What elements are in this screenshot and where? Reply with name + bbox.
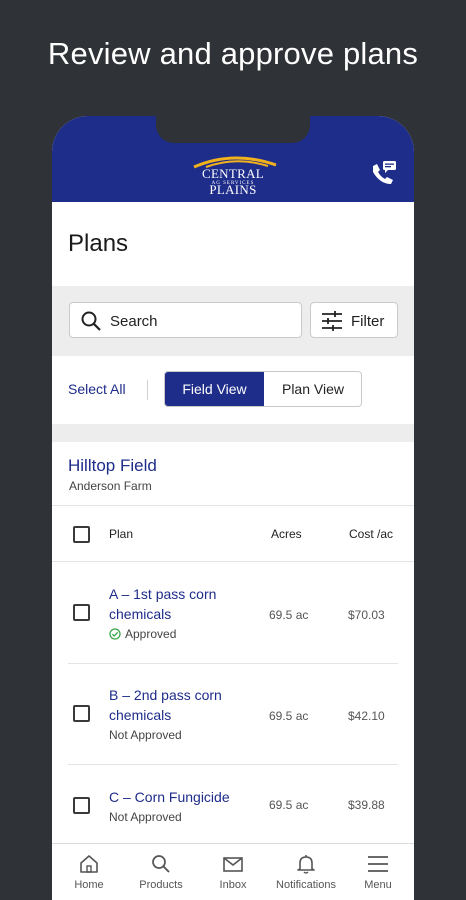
tab-field-view[interactable]: Field View bbox=[165, 372, 264, 406]
home-icon bbox=[80, 855, 98, 873]
search-icon bbox=[81, 311, 101, 331]
status-text: Approved bbox=[125, 627, 177, 641]
mail-icon bbox=[223, 857, 243, 872]
brand-logo: CENTRAL PLAINS AG SERVICES bbox=[180, 152, 286, 197]
menu-icon bbox=[368, 856, 388, 872]
acres-value: 69.5 ac bbox=[269, 798, 309, 812]
acres-value: 69.5 ac bbox=[269, 709, 309, 723]
tab-plan-view[interactable]: Plan View bbox=[264, 372, 361, 406]
cost-value: $39.88 bbox=[348, 798, 385, 812]
page-title-row: Plans bbox=[52, 202, 414, 286]
nav-label: Inbox bbox=[219, 879, 247, 891]
plan-name-line2[interactable]: chemicals bbox=[109, 604, 259, 624]
select-all-link[interactable]: Select All bbox=[68, 381, 126, 397]
nav-label: Home bbox=[74, 879, 104, 891]
nav-products[interactable]: Products bbox=[125, 844, 197, 900]
bottom-nav: Home Products Inbox Notifications Menu bbox=[52, 843, 414, 900]
phone-chat-icon[interactable] bbox=[370, 160, 398, 186]
view-toggle: Field View Plan View bbox=[164, 371, 362, 407]
table-header: Plan Acres Cost /ac bbox=[52, 506, 414, 562]
plan-status: Not Approved bbox=[109, 810, 182, 824]
nav-label: Products bbox=[139, 879, 183, 891]
select-all-checkbox[interactable] bbox=[73, 526, 90, 543]
app-header: CENTRAL PLAINS AG SERVICES bbox=[52, 116, 414, 202]
nav-label: Menu bbox=[364, 879, 392, 891]
divider bbox=[147, 380, 148, 400]
table-row[interactable]: B – 2nd pass corn chemicals Not Approved… bbox=[52, 664, 414, 765]
column-header-plan: Plan bbox=[109, 527, 134, 541]
filter-label: Filter bbox=[351, 313, 385, 330]
logo-sub-text: AG SERVICES bbox=[211, 181, 255, 186]
promo-title: Review and approve plans bbox=[47, 36, 419, 71]
phone-notch bbox=[156, 116, 310, 143]
phone-screen: CENTRAL PLAINS AG SERVICES Plans Search bbox=[52, 116, 414, 900]
search-input[interactable]: Search bbox=[69, 302, 302, 338]
column-header-acres: Acres bbox=[271, 527, 302, 541]
section-gap bbox=[52, 424, 414, 442]
cost-value: $42.10 bbox=[348, 709, 385, 723]
plan-name-line2[interactable]: chemicals bbox=[109, 705, 259, 725]
field-header: Hilltop Field Anderson Farm bbox=[52, 442, 414, 506]
row-checkbox[interactable] bbox=[73, 797, 90, 814]
row-checkbox[interactable] bbox=[73, 705, 90, 722]
row-checkbox[interactable] bbox=[73, 604, 90, 621]
field-name[interactable]: Hilltop Field bbox=[68, 456, 157, 476]
table-row[interactable]: A – 1st pass corn chemicals Approved 69.… bbox=[52, 563, 414, 664]
column-header-cost: Cost /ac bbox=[349, 527, 394, 541]
farm-name: Anderson Farm bbox=[69, 479, 152, 493]
table-row[interactable]: C – Corn Fungicide Not Approved 69.5 ac … bbox=[52, 765, 414, 843]
nav-home[interactable]: Home bbox=[53, 844, 125, 900]
check-circle-icon bbox=[109, 628, 121, 640]
search-placeholder: Search bbox=[110, 313, 158, 330]
bell-icon bbox=[297, 855, 315, 874]
acres-value: 69.5 ac bbox=[269, 608, 309, 622]
view-row: Select All Field View Plan View bbox=[52, 356, 414, 424]
filter-button[interactable]: Filter bbox=[310, 302, 398, 338]
plan-status: Not Approved bbox=[109, 728, 182, 742]
nav-menu[interactable]: Menu bbox=[342, 844, 414, 900]
plan-status: Approved bbox=[109, 627, 176, 641]
page-title: Plans bbox=[68, 230, 129, 257]
search-icon bbox=[152, 855, 170, 873]
search-band: Search Filter bbox=[52, 286, 414, 356]
plan-name-line1[interactable]: A – 1st pass corn bbox=[109, 584, 259, 604]
plan-name-line1[interactable]: C – Corn Fungicide bbox=[109, 787, 279, 807]
plan-name-line1[interactable]: B – 2nd pass corn bbox=[109, 685, 259, 705]
nav-notifications[interactable]: Notifications bbox=[270, 844, 342, 900]
nav-inbox[interactable]: Inbox bbox=[197, 844, 269, 900]
nav-label: Notifications bbox=[276, 879, 336, 891]
cost-value: $70.03 bbox=[348, 608, 385, 622]
sliders-icon bbox=[322, 311, 342, 331]
